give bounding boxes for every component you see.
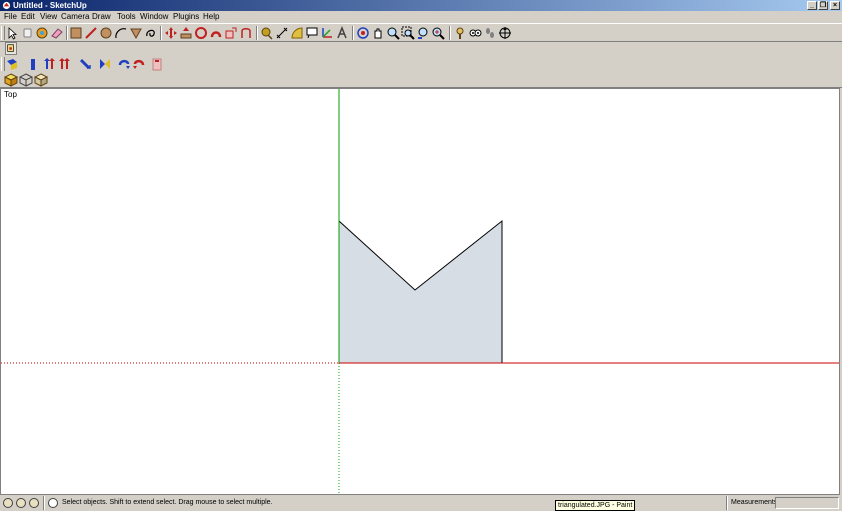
mirror-icon[interactable] xyxy=(132,57,146,71)
menu-window[interactable]: Window xyxy=(140,11,168,23)
title-bar: Untitled - SketchUp _ ❐ × xyxy=(0,0,842,11)
help-icon[interactable] xyxy=(48,498,58,508)
eraser-icon[interactable] xyxy=(20,26,34,40)
component-button[interactable] xyxy=(5,42,17,55)
toolbar-separator xyxy=(449,26,451,40)
menu-bar: File Edit View Camera Draw Tools Window … xyxy=(0,11,842,23)
toolbar-separator xyxy=(160,26,162,40)
arc-icon[interactable] xyxy=(114,26,128,40)
taskbar-tooltip: triangulated.JPG - Paint xyxy=(555,500,636,511)
measurements-input[interactable] xyxy=(775,497,839,509)
3d-text-icon[interactable] xyxy=(335,26,349,40)
maximize-button[interactable]: ❐ xyxy=(818,1,828,10)
top-view-icon[interactable] xyxy=(42,57,56,71)
minimize-button[interactable]: _ xyxy=(807,1,817,10)
right-view-icon[interactable] xyxy=(57,57,71,71)
measurements-label: Measurements xyxy=(731,499,778,506)
toolbar-separator xyxy=(256,26,258,40)
offset-icon[interactable] xyxy=(239,26,253,40)
menu-draw[interactable]: Draw xyxy=(92,11,111,23)
dimension-icon[interactable] xyxy=(275,26,289,40)
shaded-box-icon[interactable] xyxy=(34,73,48,87)
menu-view[interactable]: View xyxy=(40,11,57,23)
user-icon[interactable] xyxy=(29,498,39,508)
main-toolbar xyxy=(0,23,842,42)
polygon-icon[interactable] xyxy=(129,26,143,40)
zoom-icon[interactable] xyxy=(386,26,400,40)
wireframe-box-icon[interactable] xyxy=(19,73,33,87)
clipboard-icon[interactable] xyxy=(150,57,164,71)
menu-tools[interactable]: Tools xyxy=(117,11,136,23)
scale-icon[interactable] xyxy=(224,26,238,40)
freehand-icon[interactable] xyxy=(144,26,158,40)
rectangle-icon[interactable] xyxy=(69,26,83,40)
credits-icon[interactable] xyxy=(16,498,26,508)
menu-edit[interactable]: Edit xyxy=(21,11,35,23)
window-title: Untitled - SketchUp xyxy=(13,1,87,10)
push-pull-icon[interactable] xyxy=(179,26,193,40)
status-hint: Select objects. Shift to extend select. … xyxy=(62,499,273,506)
views-toolbar xyxy=(0,55,842,74)
iso-box-icon[interactable] xyxy=(4,73,18,87)
zoom-extents-icon[interactable] xyxy=(431,26,445,40)
rotate-icon[interactable] xyxy=(194,26,208,40)
line-icon[interactable] xyxy=(84,26,98,40)
menu-help[interactable]: Help xyxy=(203,11,219,23)
walk-icon[interactable] xyxy=(483,26,497,40)
toolbar-separator xyxy=(352,26,354,40)
model-canvas[interactable] xyxy=(1,89,839,494)
drawing-viewport[interactable]: Top xyxy=(0,88,840,495)
menu-file[interactable]: File xyxy=(4,11,17,23)
toolbar-separator xyxy=(66,26,68,40)
iso-view-icon[interactable] xyxy=(5,57,19,71)
axes-icon[interactable] xyxy=(320,26,334,40)
previous-view-icon[interactable] xyxy=(416,26,430,40)
component-icon xyxy=(7,44,14,52)
close-button[interactable]: × xyxy=(830,1,840,10)
select-icon[interactable] xyxy=(5,26,19,40)
orbit-icon[interactable] xyxy=(356,26,370,40)
sketchup-app-icon xyxy=(2,1,11,10)
protractor-icon[interactable] xyxy=(290,26,304,40)
move-icon[interactable] xyxy=(164,26,178,40)
eraser-tool-icon[interactable] xyxy=(50,26,64,40)
text-icon[interactable] xyxy=(305,26,319,40)
pan-icon[interactable] xyxy=(371,26,385,40)
section-plane-icon[interactable] xyxy=(498,26,512,40)
menu-plugins[interactable]: Plugins xyxy=(173,11,199,23)
status-bar: Select objects. Shift to extend select. … xyxy=(0,495,842,511)
position-camera-icon[interactable] xyxy=(453,26,467,40)
zoom-window-icon[interactable] xyxy=(401,26,415,40)
status-divider xyxy=(43,496,45,510)
follow-me-icon[interactable] xyxy=(209,26,223,40)
front-view-icon[interactable] xyxy=(26,57,40,71)
look-around-icon[interactable] xyxy=(468,26,482,40)
status-divider xyxy=(726,496,728,510)
paint-bucket-icon[interactable] xyxy=(35,26,49,40)
drawn-face[interactable] xyxy=(338,219,503,364)
tape-measure-icon[interactable] xyxy=(260,26,274,40)
circle-icon[interactable] xyxy=(99,26,113,40)
back-view-icon[interactable] xyxy=(78,57,92,71)
bottom-view-icon[interactable] xyxy=(117,57,131,71)
geo-location-icon[interactable] xyxy=(3,498,13,508)
styles-toolbar xyxy=(0,73,842,88)
left-view-icon[interactable] xyxy=(98,57,112,71)
menu-camera[interactable]: Camera xyxy=(61,11,89,23)
